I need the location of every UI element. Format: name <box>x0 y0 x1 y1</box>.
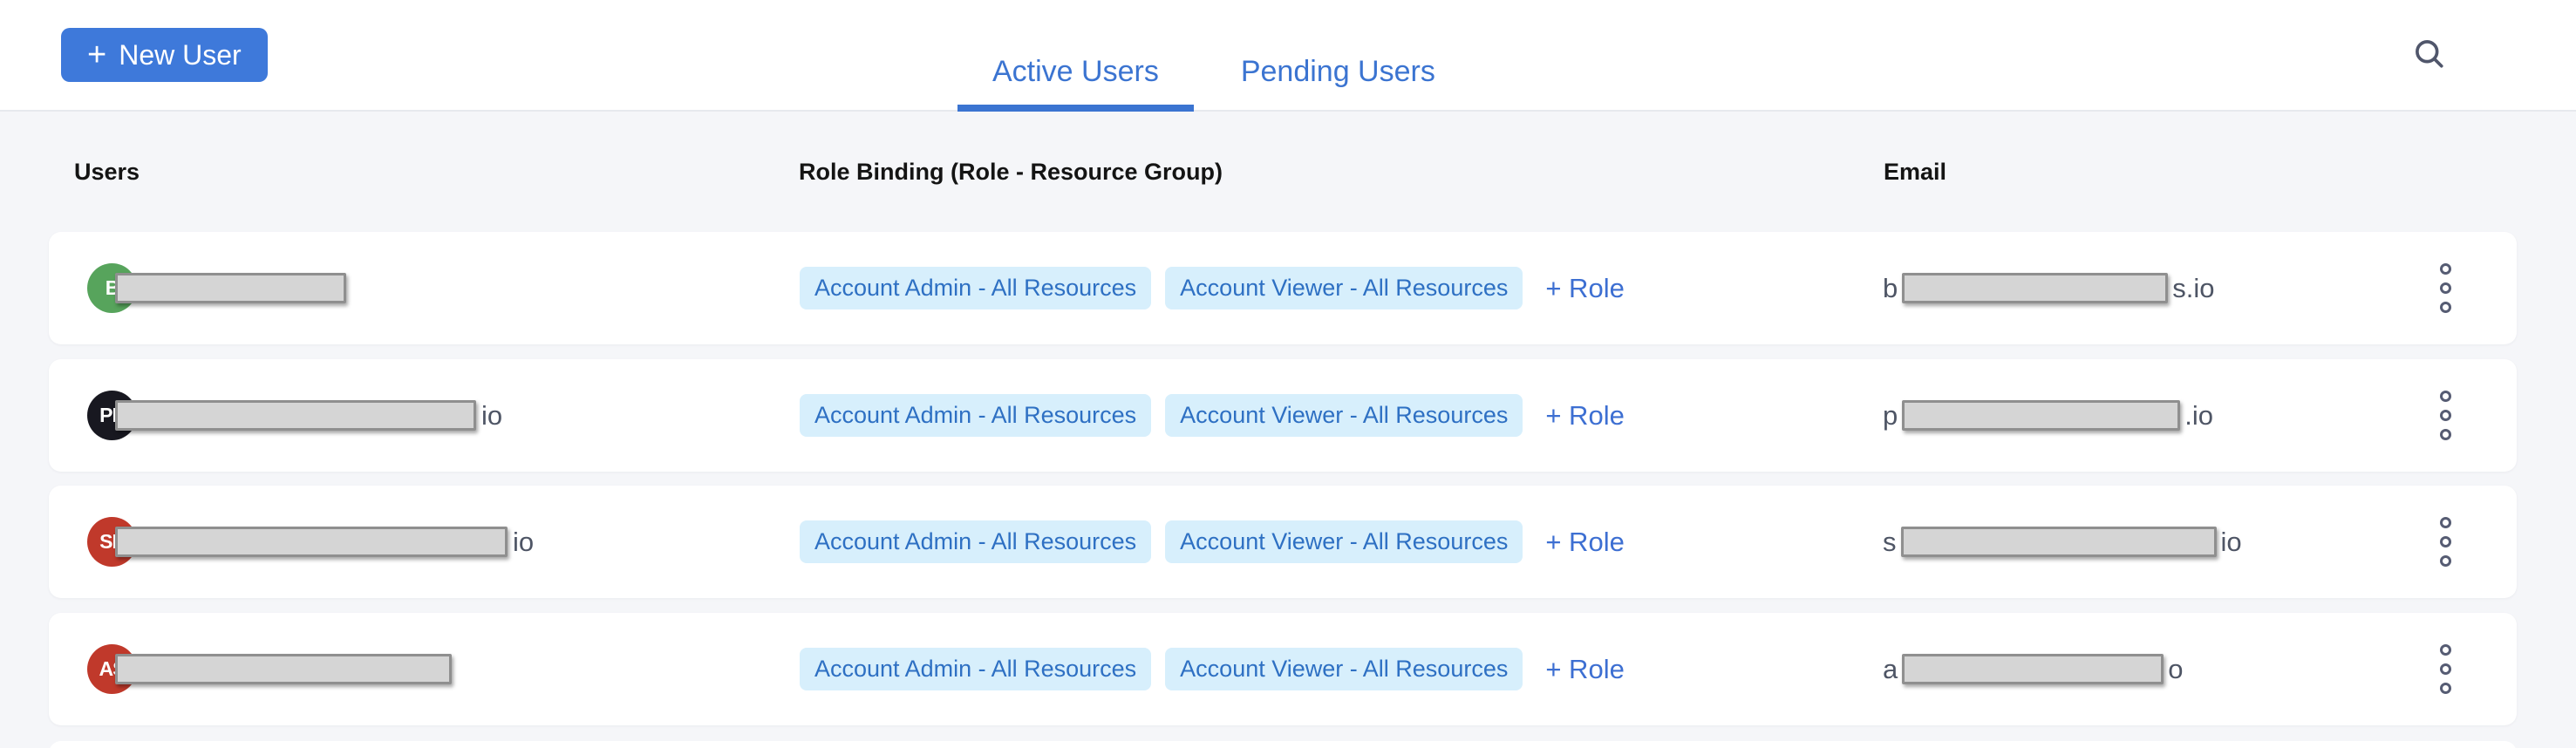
user-cell: PP io <box>87 359 502 472</box>
tab-active-users[interactable]: Active Users <box>957 55 1194 112</box>
email-visible-suffix: io <box>2221 527 2242 558</box>
role-binding-cell: Account Admin - All Resources Account Vi… <box>800 613 1625 725</box>
table-header-row: Users Role Binding (Role - Resource Grou… <box>0 159 2576 188</box>
add-role-link[interactable]: + Role <box>1545 273 1624 304</box>
name-visible-text: io <box>481 400 502 432</box>
role-badge[interactable]: Account Viewer - All Resources <box>1165 267 1523 309</box>
email-cell: s io <box>1883 486 2242 598</box>
email-visible-suffix: .io <box>2184 400 2213 432</box>
name-redaction-box <box>115 527 508 557</box>
name-redaction-box <box>115 654 452 684</box>
email-redaction-box <box>1902 400 2180 431</box>
email-cell: p .io <box>1883 359 2213 472</box>
role-badge[interactable]: Account Viewer - All Resources <box>1165 520 1523 563</box>
email-redaction-box <box>1901 527 2217 557</box>
email-cell: b s.io <box>1883 232 2215 344</box>
table-row: PP io Account Admin - All Resources Acco… <box>49 359 2517 472</box>
name-redaction-box <box>115 400 476 431</box>
new-user-button-label: New User <box>119 39 241 71</box>
user-cell: AS <box>87 613 457 725</box>
name-redaction-box <box>115 273 346 303</box>
search-button[interactable] <box>2405 30 2454 78</box>
email-cell: a o <box>1883 613 2184 725</box>
email-visible-prefix: s <box>1883 527 1897 558</box>
role-badge[interactable]: Account Admin - All Resources <box>800 267 1151 309</box>
role-binding-cell: Account Admin - All Resources Account Vi… <box>800 486 1625 598</box>
row-menu-kebab-icon[interactable] <box>2431 255 2460 322</box>
email-visible-prefix: p <box>1883 400 1898 432</box>
role-badge[interactable]: Account Viewer - All Resources <box>1165 648 1523 690</box>
column-header-users: Users <box>74 159 140 186</box>
role-badge[interactable]: Account Admin - All Resources <box>800 648 1151 690</box>
user-cell: SP io <box>87 486 534 598</box>
tab-pending-users[interactable]: Pending Users <box>1206 55 1470 112</box>
table-row: SP io Account Admin - All Resources Acco… <box>49 486 2517 598</box>
column-header-email: Email <box>1884 159 1946 186</box>
email-visible-prefix: b <box>1883 273 1898 304</box>
search-icon <box>2410 35 2449 73</box>
email-redaction-box <box>1902 273 2168 303</box>
new-user-button[interactable]: + New User <box>61 28 268 82</box>
role-badge[interactable]: Account Viewer - All Resources <box>1165 394 1523 437</box>
add-role-link[interactable]: + Role <box>1545 654 1624 685</box>
email-visible-prefix: a <box>1883 654 1898 685</box>
row-menu-kebab-icon[interactable] <box>2431 508 2460 575</box>
role-binding-cell: Account Admin - All Resources Account Vi… <box>800 232 1625 344</box>
role-badge[interactable]: Account Admin - All Resources <box>800 520 1151 563</box>
table-row: B Account Admin - All Resources Account … <box>49 232 2517 344</box>
role-binding-cell: Account Admin - All Resources Account Vi… <box>800 359 1625 472</box>
table-row: AS Account Admin - All Resources Account… <box>49 613 2517 725</box>
row-menu-kebab-icon[interactable] <box>2431 636 2460 703</box>
email-visible-suffix: s.io <box>2172 273 2214 304</box>
name-visible-text: io <box>513 527 534 558</box>
plus-icon: + <box>87 38 106 71</box>
email-visible-suffix: o <box>2168 654 2183 685</box>
add-role-link[interactable]: + Role <box>1545 400 1624 432</box>
top-bar: + New User Active Users Pending Users <box>0 0 2576 112</box>
row-menu-kebab-icon[interactable] <box>2431 382 2460 449</box>
tab-bar: Active Users Pending Users <box>957 55 1470 112</box>
user-cell: B <box>87 232 351 344</box>
add-role-link[interactable]: + Role <box>1545 527 1624 558</box>
table-row-partial <box>49 741 2517 748</box>
role-badge[interactable]: Account Admin - All Resources <box>800 394 1151 437</box>
column-header-role-binding: Role Binding (Role - Resource Group) <box>799 159 1223 186</box>
email-redaction-box <box>1902 654 2164 684</box>
